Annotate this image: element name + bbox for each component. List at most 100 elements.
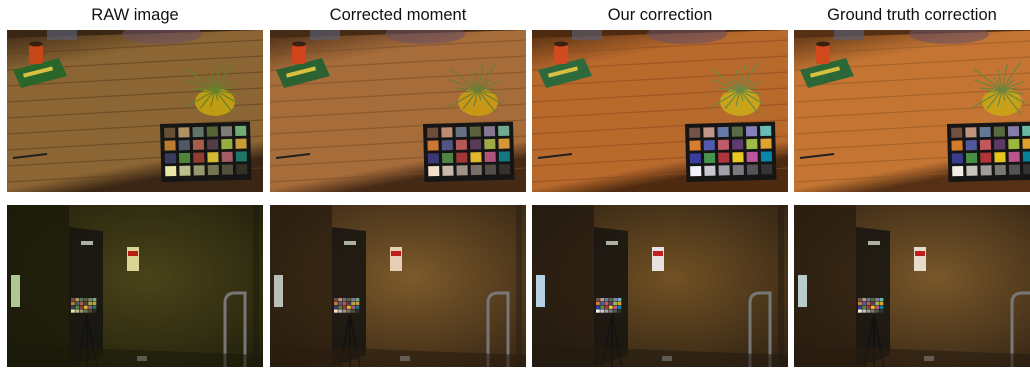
checker-patch: [600, 305, 605, 309]
poster: [652, 247, 664, 271]
checker-patch: [235, 125, 247, 137]
checker-patch: [604, 305, 609, 309]
checker-patch: [484, 151, 496, 162]
image-moment-doorway: [270, 205, 526, 367]
checker-patch: [689, 140, 701, 151]
checker-patch: [338, 309, 343, 313]
checker-patch: [875, 298, 879, 302]
checker-patch: [965, 152, 978, 164]
checker-patch: [703, 140, 715, 151]
window: [798, 275, 807, 307]
image-moment-table: [270, 30, 526, 192]
checker-patch: [484, 138, 496, 150]
checker-patch: [83, 305, 88, 309]
color-checker: [685, 121, 777, 182]
checker-patch: [858, 301, 862, 306]
checker-patch: [862, 298, 867, 302]
checker-patch: [875, 309, 879, 313]
checker-patch: [192, 139, 205, 150]
checker-patch: [690, 165, 702, 177]
checker-patch: [75, 309, 80, 313]
checker-patch: [1022, 138, 1030, 149]
checker-patch: [1022, 151, 1030, 162]
checker-patch: [760, 138, 772, 149]
checker-patch: [951, 127, 963, 138]
checker-patch: [732, 152, 744, 163]
checker-patch: [455, 139, 468, 150]
checker-patch: [338, 305, 343, 309]
checker-patch: [862, 301, 867, 306]
background-object: [47, 30, 77, 40]
checker-patch: [703, 127, 715, 138]
checker-patch: [600, 301, 605, 306]
image-ours-doorway: [532, 205, 788, 367]
doorway: [594, 227, 628, 367]
poster: [914, 247, 926, 271]
checker-patch: [71, 309, 75, 313]
checker-patch: [179, 165, 191, 176]
window: [11, 275, 20, 307]
column-title-ours: Our correction: [607, 6, 713, 24]
checker-patch: [746, 164, 759, 175]
checker-patch: [207, 164, 219, 176]
checker-patch: [596, 309, 600, 313]
checker-patch: [498, 151, 511, 162]
column-title-gt: Ground truth correction: [827, 6, 997, 24]
checker-patch: [88, 298, 92, 302]
checker-patch: [455, 126, 467, 138]
checker-patch: [456, 152, 468, 163]
checker-patch: [338, 301, 343, 306]
checker-patch: [355, 301, 360, 306]
checker-patch: [979, 139, 992, 150]
checker-patch: [456, 165, 468, 176]
ceiling-light: [868, 241, 880, 245]
checker-patch: [596, 301, 600, 306]
checker-patch: [427, 127, 439, 138]
checker-patch: [760, 125, 772, 137]
checker-patch: [870, 301, 875, 306]
background-object: [310, 30, 340, 40]
checker-patch: [192, 126, 204, 138]
checker-patch: [236, 164, 248, 175]
checker-patch: [355, 309, 360, 313]
checker-patch: [83, 309, 88, 313]
checker-patch: [442, 165, 454, 176]
checker-patch: [761, 164, 773, 175]
checker-patch: [979, 126, 991, 138]
checker-patch: [75, 301, 80, 306]
checker-patch: [483, 126, 496, 137]
checker-patch: [441, 152, 454, 164]
checker-patch: [220, 126, 233, 137]
door-frame: [778, 205, 784, 367]
checker-patch: [745, 126, 758, 137]
checker-patch: [1023, 164, 1030, 175]
checker-patch: [1008, 164, 1021, 175]
checker-patch: [875, 305, 879, 309]
checker-patch: [617, 305, 622, 309]
checker-patch: [732, 139, 744, 150]
checker-patch: [334, 305, 338, 309]
checker-patch: [965, 127, 977, 138]
checker-patch: [221, 151, 233, 162]
checker-patch: [83, 301, 88, 306]
checker-patch: [221, 164, 234, 175]
checker-patch: [866, 305, 871, 309]
checker-patch: [952, 165, 964, 177]
checker-patch: [875, 301, 879, 306]
doorway: [332, 227, 366, 367]
checker-patch: [879, 298, 884, 302]
color-checker: [160, 121, 252, 182]
checker-patch: [870, 309, 875, 313]
checker-patch: [858, 298, 862, 302]
mug-top: [29, 41, 43, 47]
checker-patch: [703, 152, 716, 164]
checker-patch: [334, 301, 338, 306]
window: [274, 275, 283, 307]
mug-top: [554, 41, 568, 47]
checker-patch: [342, 301, 347, 306]
image-raw-table: [7, 30, 263, 192]
checker-patch: [193, 152, 205, 163]
doorway: [69, 227, 103, 367]
checker-patch: [613, 309, 617, 313]
checker-patch: [92, 305, 97, 309]
